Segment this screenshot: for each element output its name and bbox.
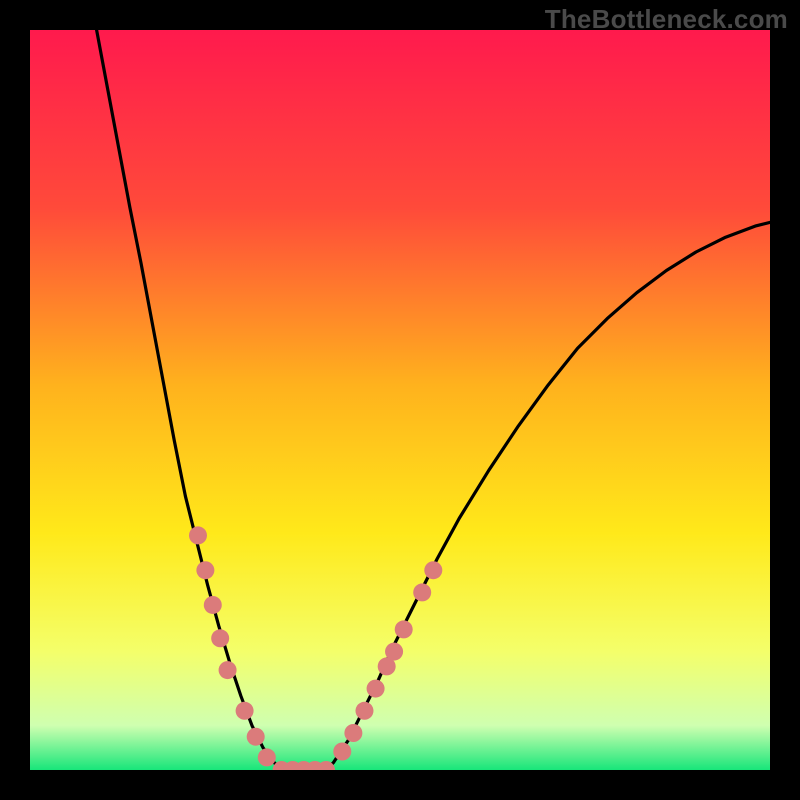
marker-point: [236, 702, 254, 720]
marker-point: [395, 620, 413, 638]
marker-point: [355, 702, 373, 720]
plot-area: [30, 30, 770, 770]
marker-point: [258, 748, 276, 766]
marker-point: [204, 596, 222, 614]
marker-point: [333, 743, 351, 761]
marker-point: [367, 680, 385, 698]
marker-point: [344, 724, 362, 742]
marker-point: [189, 526, 207, 544]
marker-point: [196, 561, 214, 579]
chart-frame: TheBottleneck.com: [0, 0, 800, 800]
marker-point: [211, 629, 229, 647]
marker-point: [424, 561, 442, 579]
marker-point: [247, 728, 265, 746]
gradient-background: [30, 30, 770, 770]
marker-point: [385, 643, 403, 661]
marker-point: [219, 661, 237, 679]
chart-svg: [30, 30, 770, 770]
marker-point: [413, 583, 431, 601]
